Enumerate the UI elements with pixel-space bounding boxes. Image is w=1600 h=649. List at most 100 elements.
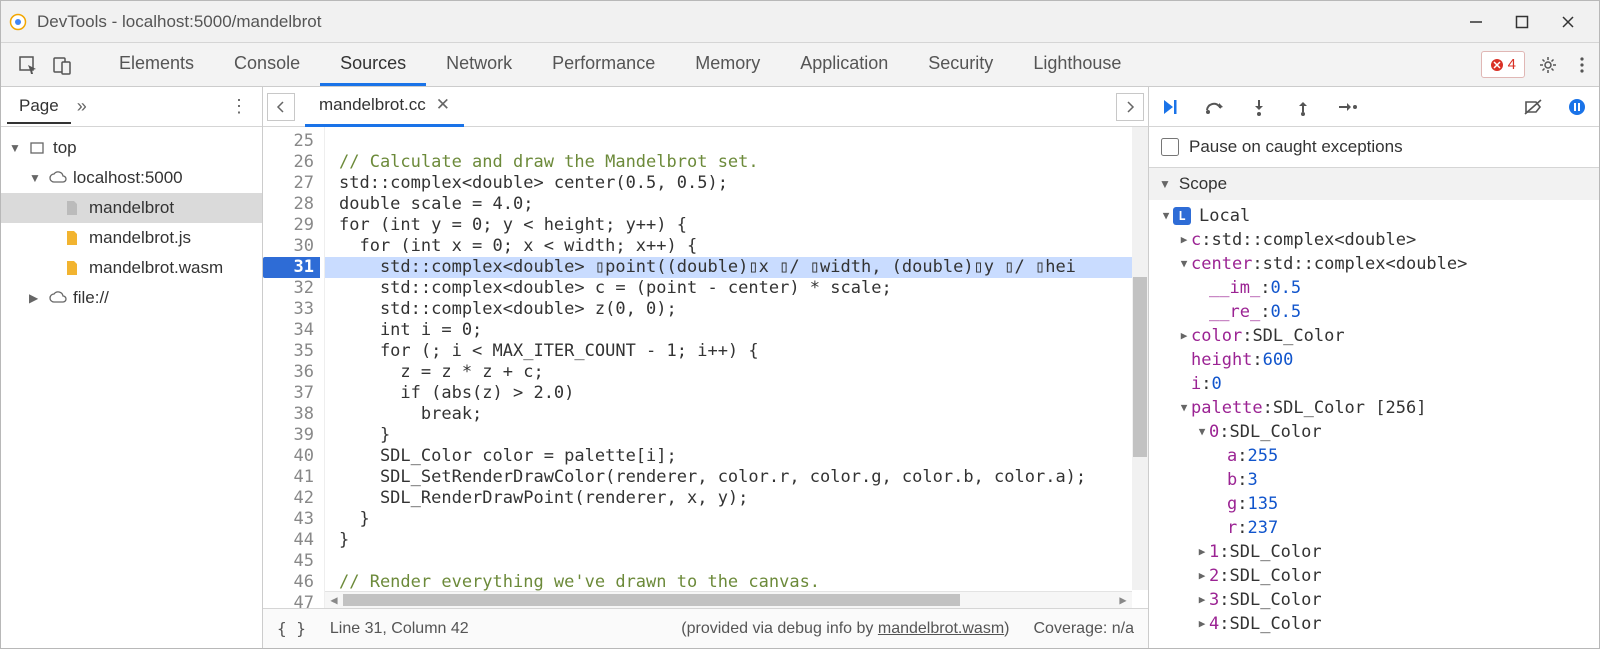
step-icon[interactable] [1333,99,1361,115]
line-number[interactable]: 25 [263,131,314,152]
scope-entry[interactable]: ▶4: SDL_Color [1149,612,1599,636]
line-number[interactable]: 46 [263,572,314,593]
code-line[interactable]: z = z * z + c; [339,362,1148,383]
inspect-element-icon[interactable] [11,43,45,86]
code-line[interactable]: double scale = 4.0; [339,194,1148,215]
pause-on-caught-checkbox[interactable]: Pause on caught exceptions [1149,127,1599,167]
code-line[interactable]: } [339,509,1148,530]
line-number[interactable]: 44 [263,530,314,551]
scope-entry[interactable]: __im_: 0.5 [1149,276,1599,300]
line-number[interactable]: 31 [263,257,320,278]
code-line[interactable]: int i = 0; [339,320,1148,341]
deactivate-breakpoints-icon[interactable] [1519,98,1547,116]
tab-application[interactable]: Application [780,43,908,86]
scope-entry[interactable]: height: 600 [1149,348,1599,372]
tab-performance[interactable]: Performance [532,43,675,86]
tab-lighthouse[interactable]: Lighthouse [1013,43,1141,86]
sidebar-tab-page[interactable]: Page [7,90,71,124]
scroll-left-icon[interactable]: ◀ [325,590,343,609]
maximize-button[interactable] [1499,1,1545,43]
scope-entry[interactable]: a: 255 [1149,444,1599,468]
pause-on-exceptions-icon[interactable] [1563,98,1591,116]
line-number[interactable]: 34 [263,320,314,341]
editor-file-tab[interactable]: mandelbrot.cc ✕ [305,87,464,127]
tree-file-scheme[interactable]: ▶ file:// [1,283,262,313]
scope-entry[interactable]: ▶1: SDL_Color [1149,540,1599,564]
resume-button-icon[interactable] [1157,98,1185,116]
step-out-icon[interactable] [1289,98,1317,116]
tree-host[interactable]: ▼ localhost:5000 [1,163,262,193]
scope-header[interactable]: ▼ Scope [1149,168,1599,200]
sidebar-more-tabs-icon[interactable]: » [77,96,87,117]
scope-entry[interactable]: ▶c: std::complex<double> [1149,228,1599,252]
kebab-menu-icon[interactable] [1565,43,1599,86]
line-number[interactable]: 42 [263,488,314,509]
line-number[interactable]: 35 [263,341,314,362]
scope-entry[interactable]: b: 3 [1149,468,1599,492]
tab-elements[interactable]: Elements [99,43,214,86]
code-line[interactable]: // Render everything we've drawn to the … [339,572,1148,593]
code-line[interactable]: if (abs(z) > 2.0) [339,383,1148,404]
tab-sources[interactable]: Sources [320,43,426,86]
scope-entry[interactable]: g: 135 [1149,492,1599,516]
code-line[interactable]: std::complex<double> ▯point((double)▯x ▯… [339,257,1148,278]
code-area[interactable]: 2526272829303132333435363738394041424344… [263,127,1148,608]
line-number[interactable]: 41 [263,467,314,488]
settings-gear-icon[interactable] [1531,43,1565,86]
scope-local-row[interactable]: ▼ L Local [1149,204,1599,228]
scope-entry[interactable]: r: 237 [1149,516,1599,540]
scope-entry[interactable]: i: 0 [1149,372,1599,396]
code-line[interactable] [339,551,1148,572]
scope-entry[interactable]: ▶color: SDL_Color [1149,324,1599,348]
code-line[interactable]: } [339,425,1148,446]
tree-top[interactable]: ▼ top [1,133,262,163]
line-number[interactable]: 38 [263,404,314,425]
line-number[interactable]: 47 [263,593,314,608]
tree-file-mandelbrot-js[interactable]: mandelbrot.js [1,223,262,253]
tab-memory[interactable]: Memory [675,43,780,86]
close-tab-icon[interactable]: ✕ [436,95,450,115]
minimize-button[interactable] [1453,1,1499,43]
line-number[interactable]: 29 [263,215,314,236]
step-over-icon[interactable] [1201,98,1229,116]
code-line[interactable]: // Calculate and draw the Mandelbrot set… [339,152,1148,173]
code-line[interactable]: std::complex<double> c = (point - center… [339,278,1148,299]
line-number[interactable]: 45 [263,551,314,572]
error-count-badge[interactable]: 4 [1481,51,1525,78]
line-number[interactable]: 27 [263,173,314,194]
code-line[interactable]: for (int x = 0; x < width; x++) { [339,236,1148,257]
scope-entry[interactable]: ▼center: std::complex<double> [1149,252,1599,276]
code-line[interactable]: std::complex<double> center(0.5, 0.5); [339,173,1148,194]
line-number[interactable]: 26 [263,152,314,173]
line-number[interactable]: 43 [263,509,314,530]
tab-security[interactable]: Security [908,43,1013,86]
close-button[interactable] [1545,1,1591,43]
line-number[interactable]: 32 [263,278,314,299]
scope-entry[interactable]: ▶2: SDL_Color [1149,564,1599,588]
pretty-print-icon[interactable]: { } [277,619,306,638]
sidebar-kebab-icon[interactable]: ⋮ [222,96,256,117]
line-gutter[interactable]: 2526272829303132333435363738394041424344… [263,127,325,608]
code-line[interactable] [339,131,1148,152]
debug-info-link[interactable]: mandelbrot.wasm [878,620,1004,637]
scroll-right-icon[interactable]: ▶ [1114,590,1132,609]
line-number[interactable]: 30 [263,236,314,257]
step-into-icon[interactable] [1245,98,1273,116]
code-lines[interactable]: // Calculate and draw the Mandelbrot set… [325,127,1148,608]
tree-file-mandelbrot[interactable]: mandelbrot [1,193,262,223]
device-toolbar-icon[interactable] [45,43,79,86]
line-number[interactable]: 40 [263,446,314,467]
line-number[interactable]: 33 [263,299,314,320]
tab-network[interactable]: Network [426,43,532,86]
line-number[interactable]: 39 [263,425,314,446]
nav-back-icon[interactable] [267,93,295,121]
code-line[interactable]: } [339,530,1148,551]
tab-console[interactable]: Console [214,43,320,86]
code-line[interactable]: for (int y = 0; y < height; y++) { [339,215,1148,236]
code-line[interactable]: for (; i < MAX_ITER_COUNT - 1; i++) { [339,341,1148,362]
scope-entry[interactable]: ▼palette: SDL_Color [256] [1149,396,1599,420]
scope-entry[interactable]: ▶3: SDL_Color [1149,588,1599,612]
code-line[interactable]: std::complex<double> z(0, 0); [339,299,1148,320]
code-line[interactable]: SDL_SetRenderDrawColor(renderer, color.r… [339,467,1148,488]
nav-forward-icon[interactable] [1116,93,1144,121]
